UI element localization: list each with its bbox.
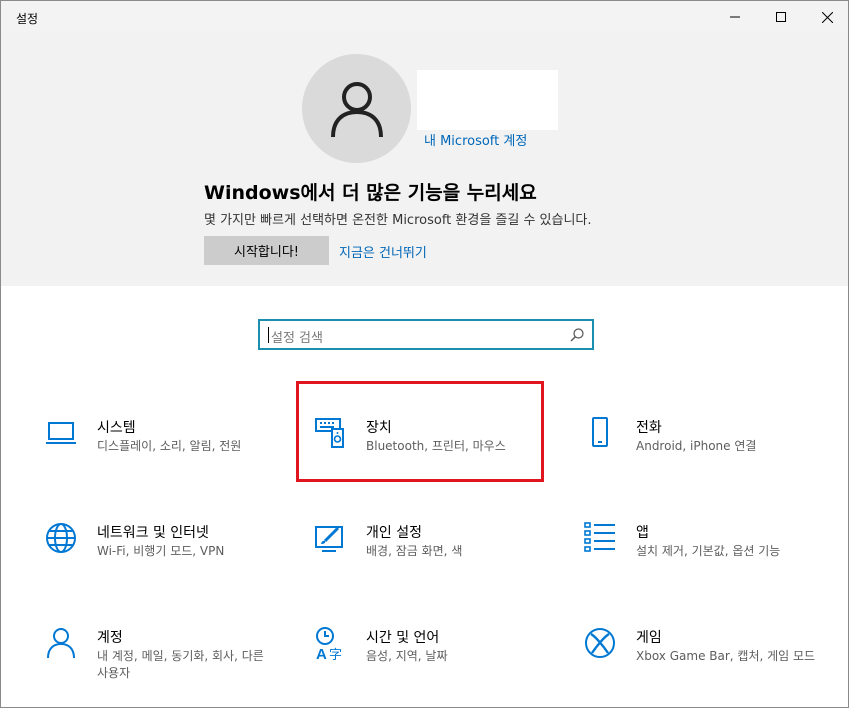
laptop-icon (46, 422, 76, 444)
phone-icon (592, 417, 608, 447)
title-bar: 설정 (1, 1, 848, 33)
banner-subtitle: 몇 가지만 빠르게 선택하면 온전한 Microsoft 환경을 즐길 수 있습… (204, 213, 592, 228)
account-name-placeholder (417, 70, 558, 130)
tile-description: Xbox Game Bar, 캡처, 게임 모드 (636, 649, 816, 663)
window-title: 설정 (16, 12, 39, 26)
tile-devices[interactable]: 장치 Bluetooth, 프린터, 마우스 (314, 417, 564, 497)
tile-time-language[interactable]: A 字 시간 및 언어 음성, 지역, 날짜 (314, 627, 564, 707)
tile-description: 디스플레이, 소리, 알림, 전원 (97, 439, 242, 453)
search-box[interactable]: 설정 검색 (258, 319, 594, 350)
tile-gaming[interactable]: 게임 Xbox Game Bar, 캡처, 게임 모드 (584, 627, 834, 707)
tile-description: 설치 제거, 기본값, 옵션 기능 (636, 544, 781, 558)
tile-name: 네트워크 및 인터넷 (97, 525, 209, 541)
maximize-button[interactable] (758, 1, 804, 33)
user-icon (330, 81, 383, 137)
tile-name: 개인 설정 (366, 525, 422, 541)
tile-description: Wi-Fi, 비행기 모드, VPN (97, 544, 225, 558)
app-list-icon (584, 522, 615, 552)
text-cursor (268, 327, 269, 343)
tile-description: 음성, 지역, 날짜 (366, 649, 448, 663)
banner-title: Windows에서 더 많은 기능을 누리세요 (204, 182, 537, 204)
tile-description: Bluetooth, 프린터, 마우스 (366, 439, 506, 453)
keyboard-speaker-icon (315, 418, 344, 448)
search-placeholder: 설정 검색 (271, 331, 323, 346)
maximize-icon (776, 12, 786, 22)
tile-name: 계정 (97, 630, 123, 646)
tile-accounts[interactable]: 계정 내 계정, 메일, 동기화, 회사, 다른 사용자 (45, 627, 295, 707)
microsoft-account-link[interactable]: 내 Microsoft 계정 (424, 130, 527, 149)
tile-apps[interactable]: 앱 설치 제거, 기본값, 옵션 기능 (584, 522, 834, 602)
tile-name: 시간 및 언어 (366, 630, 440, 646)
search-icon[interactable] (570, 327, 584, 346)
get-started-button[interactable]: 시작합니다! (204, 236, 329, 265)
tile-personalization[interactable]: 개인 설정 배경, 잠금 화면, 색 (314, 522, 564, 602)
settings-window: 설정 내 Microsoft 계정 Windows에서 더 많은 기능을 누리세… (0, 0, 849, 708)
tile-name: 앱 (636, 525, 649, 541)
tile-name: 장치 (366, 420, 392, 436)
close-button[interactable] (804, 1, 848, 33)
minimize-icon (730, 16, 740, 18)
tile-phone[interactable]: 전화 Android, iPhone 연결 (584, 417, 834, 497)
tile-name: 전화 (636, 420, 662, 436)
globe-icon (46, 523, 76, 553)
avatar[interactable] (302, 54, 411, 163)
tile-name: 시스템 (97, 420, 136, 436)
paint-brush-icon (315, 526, 343, 552)
svg-text:A: A (316, 646, 327, 661)
time-language-icon: A 字 (316, 627, 342, 661)
minimize-button[interactable] (712, 1, 758, 33)
account-banner: 내 Microsoft 계정 Windows에서 더 많은 기능을 누리세요 몇… (1, 33, 848, 286)
tile-description: 배경, 잠금 화면, 색 (366, 544, 463, 558)
person-icon (47, 628, 75, 659)
tile-description: Android, iPhone 연결 (636, 439, 757, 453)
xbox-icon (585, 628, 615, 658)
svg-text:字: 字 (329, 648, 342, 661)
tile-system[interactable]: 시스템 디스플레이, 소리, 알림, 전원 (45, 417, 295, 497)
close-icon (821, 11, 833, 23)
tile-name: 게임 (636, 630, 662, 646)
tile-network[interactable]: 네트워크 및 인터넷 Wi-Fi, 비행기 모드, VPN (45, 522, 295, 602)
tile-description: 내 계정, 메일, 동기화, 회사, 다른 사용자 (97, 649, 264, 680)
skip-link[interactable]: 지금은 건너뛰기 (339, 242, 427, 261)
